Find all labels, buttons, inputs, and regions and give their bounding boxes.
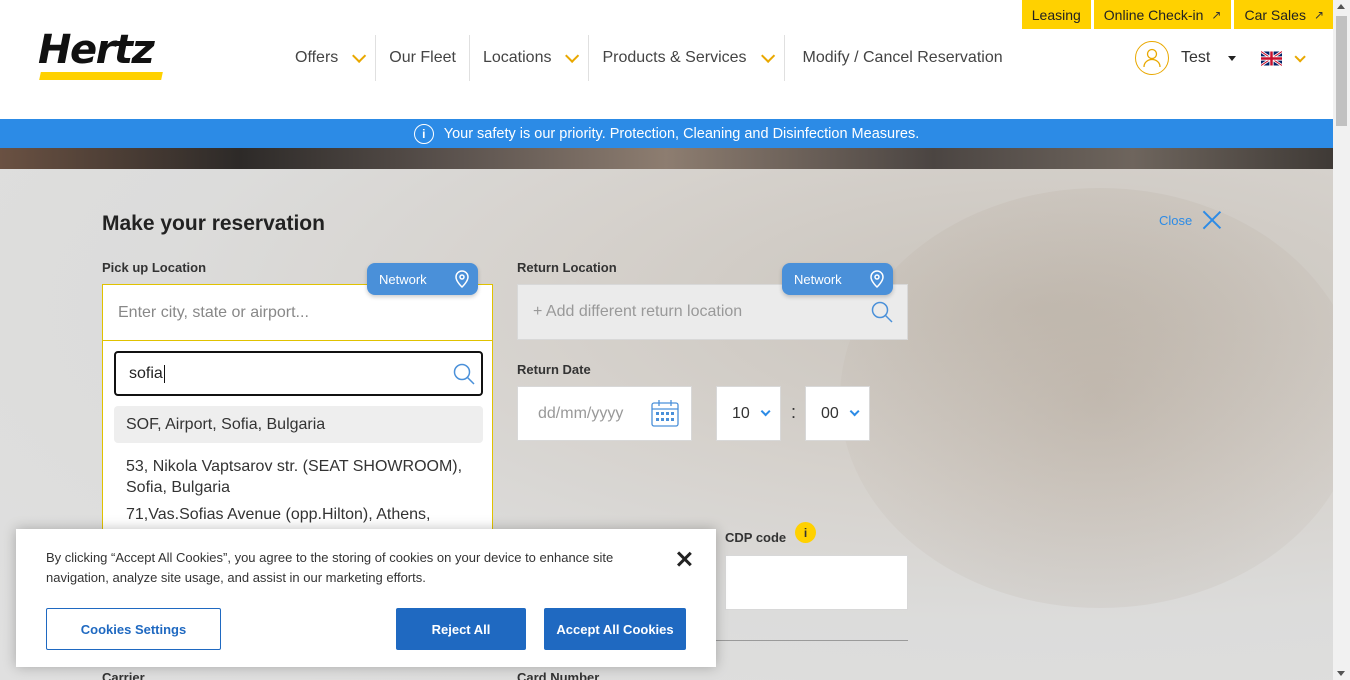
location-pin-icon <box>869 270 884 288</box>
return-minute-select[interactable]: 00 <box>805 386 870 441</box>
hour-value: 10 <box>732 404 750 422</box>
safety-banner[interactable]: i Your safety is our priority. Protectio… <box>0 119 1333 148</box>
user-name: Test <box>1181 49 1211 66</box>
nav-item-our-fleet[interactable]: Our Fleet <box>376 35 470 81</box>
nav-item-modify-cancel[interactable]: Modify / Cancel Reservation <box>785 35 1016 81</box>
suggestion-item[interactable]: SOF, Airport, Sofia, Bulgaria <box>114 406 483 443</box>
pickup-dropdown: sofia SOF, Airport, Sofia, Bulgaria 53, … <box>102 284 493 530</box>
return-network-button[interactable]: Network <box>782 263 893 295</box>
chevron-down-icon <box>760 406 771 417</box>
hero-blur <box>840 188 1333 608</box>
hero-image-strip <box>0 148 1333 169</box>
language-selector[interactable] <box>1261 50 1306 66</box>
nav-item-locations[interactable]: Locations <box>470 35 590 81</box>
external-link-icon: ↗ <box>1211 7 1222 22</box>
return-location-label: Return Location <box>517 260 617 275</box>
nav-item-label: Products & Services <box>602 49 747 66</box>
cdp-code-label: CDP code <box>725 530 787 545</box>
carrier-label: Carrier <box>102 670 145 680</box>
cookie-text: By clicking “Accept All Cookies”, you ag… <box>46 550 614 585</box>
scroll-up-icon[interactable] <box>1337 4 1345 9</box>
scroll-down-icon[interactable] <box>1337 671 1345 676</box>
chevron-down-icon <box>1294 50 1306 63</box>
return-placeholder: + Add different return location <box>533 303 743 320</box>
chevron-down-icon <box>565 48 580 63</box>
nav-item-label: Locations <box>482 49 552 66</box>
search-icon[interactable] <box>871 301 893 323</box>
nav-item-products-services[interactable]: Products & Services <box>589 35 785 81</box>
info-icon: i <box>413 123 434 144</box>
chevron-down-icon <box>352 48 367 63</box>
return-date-label: Return Date <box>517 362 591 377</box>
close-button[interactable]: Close <box>1159 210 1222 230</box>
time-separator: : <box>791 402 797 422</box>
info-icon[interactable]: i <box>795 522 816 543</box>
logo-wordmark: Hertz <box>38 27 155 73</box>
nav-item-offers[interactable]: Offers <box>282 35 377 81</box>
close-label: Close <box>1159 212 1193 228</box>
reject-all-button[interactable]: Reject All <box>396 608 526 650</box>
chevron-down-icon <box>849 406 860 417</box>
date-placeholder: dd/mm/yyyy <box>538 404 624 422</box>
user-icon <box>1135 41 1169 75</box>
close-icon[interactable] <box>676 551 692 567</box>
location-search-input[interactable]: sofia <box>114 351 483 396</box>
chevron-down-icon <box>760 48 775 63</box>
logo-underline <box>39 72 163 80</box>
external-link-icon: ↗ <box>1313 7 1324 22</box>
reservation-title: Make your reservation <box>102 212 325 235</box>
caret-down-icon <box>1228 55 1237 61</box>
pickup-location-label: Pick up Location <box>102 260 207 275</box>
nav-item-label: Our Fleet <box>389 49 456 66</box>
page-scrollbar[interactable] <box>1333 0 1350 680</box>
text-cursor <box>163 364 165 383</box>
online-checkin-label: Online Check-in <box>1103 6 1204 23</box>
return-hour-select[interactable]: 10 <box>716 386 781 441</box>
leasing-label: Leasing <box>1031 6 1081 23</box>
leasing-link[interactable]: Leasing <box>1021 0 1091 29</box>
main-nav: Offers Our Fleet Locations Products & Se… <box>282 35 1016 81</box>
user-menu[interactable]: Test <box>1135 41 1237 75</box>
cookies-settings-button[interactable]: Cookies Settings <box>46 608 221 650</box>
cdp-code-input[interactable] <box>725 555 908 610</box>
network-label: Network <box>379 271 427 287</box>
banner-text: Your safety is our priority. Protection,… <box>443 125 920 142</box>
search-icon[interactable] <box>453 363 475 385</box>
hertz-logo[interactable]: Hertz <box>38 30 168 82</box>
search-value: sofia <box>129 364 163 382</box>
uk-flag-icon <box>1261 51 1282 66</box>
utility-links: Leasing Online Check-in ↗ Car Sales ↗ <box>1021 0 1334 29</box>
cookie-banner: By clicking “Accept All Cookies”, you ag… <box>16 529 716 667</box>
calendar-icon[interactable] <box>651 399 679 427</box>
suggestion-item[interactable]: 71,Vas.Sofias Avenue (opp.Hilton), Athen… <box>114 504 483 530</box>
close-icon <box>1202 210 1222 230</box>
location-pin-icon <box>454 270 469 288</box>
nav-item-label: Offers <box>295 49 339 66</box>
minute-value: 00 <box>821 404 839 422</box>
nav-item-label: Modify / Cancel Reservation <box>802 49 1003 66</box>
car-sales-label: Car Sales <box>1244 6 1306 23</box>
network-label: Network <box>794 271 842 287</box>
pickup-network-button[interactable]: Network <box>367 263 478 295</box>
suggestion-item[interactable]: 53, Nikola Vaptsarov str. (SEAT SHOWROOM… <box>114 448 483 506</box>
accept-all-cookies-button[interactable]: Accept All Cookies <box>544 608 686 650</box>
scroll-thumb[interactable] <box>1336 16 1347 126</box>
online-checkin-link[interactable]: Online Check-in ↗ <box>1093 0 1232 29</box>
car-sales-link[interactable]: Car Sales ↗ <box>1234 0 1334 29</box>
return-date-input[interactable]: dd/mm/yyyy <box>517 386 692 441</box>
card-number-label: Card Number <box>517 670 600 680</box>
